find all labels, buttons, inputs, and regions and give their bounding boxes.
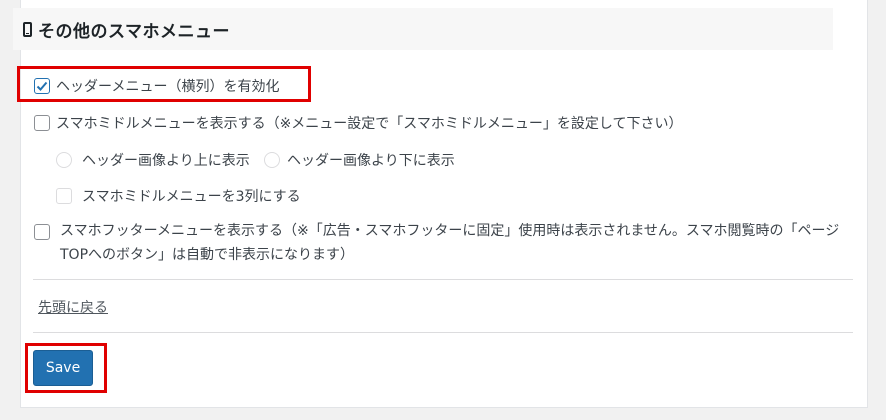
footer-menu-checkbox[interactable] — [34, 224, 50, 240]
radio-position-below[interactable]: ヘッダー画像より下に表示 — [264, 150, 455, 170]
back-to-top-link[interactable]: 先頭に戻る — [38, 297, 108, 317]
section-title: その他のスマホメニュー — [38, 21, 230, 42]
position-above-label: ヘッダー画像より上に表示 — [82, 153, 250, 169]
footer-menu-label: スマホフッターメニューを表示する（※「広告・スマホフッターに固定」使用時は表示さ… — [60, 223, 840, 263]
position-below-label: ヘッダー画像より下に表示 — [287, 153, 455, 169]
smartphone-icon — [23, 21, 32, 37]
horizontal-menu-checkbox[interactable] — [34, 78, 50, 94]
three-columns-label: スマホミドルメニューを3列にする — [82, 189, 301, 205]
option-middle-menu[interactable]: スマホミドルメニューを表示する（※メニュー設定で「スマホミドルメニュー」を設定し… — [34, 113, 682, 133]
middle-menu-checkbox[interactable] — [34, 115, 50, 131]
checkmark-icon — [36, 81, 48, 91]
position-above-radio[interactable] — [56, 152, 72, 168]
save-button[interactable]: Save — [33, 350, 93, 386]
divider — [33, 332, 853, 333]
three-columns-checkbox[interactable] — [56, 188, 72, 204]
divider — [33, 279, 853, 280]
option-three-columns[interactable]: スマホミドルメニューを3列にする — [56, 186, 301, 206]
horizontal-menu-label: ヘッダーメニュー（横列）を有効化 — [56, 79, 280, 95]
section-header: その他のスマホメニュー — [13, 8, 833, 50]
option-footer-menu-checkbox-row[interactable] — [34, 224, 50, 240]
option-horizontal-menu[interactable]: ヘッダーメニュー（横列）を有効化 — [34, 76, 279, 96]
radio-position-above[interactable]: ヘッダー画像より上に表示 — [56, 150, 250, 170]
middle-menu-label: スマホミドルメニューを表示する（※メニュー設定で「スマホミドルメニュー」を設定し… — [56, 116, 683, 132]
position-below-radio[interactable] — [264, 152, 280, 168]
